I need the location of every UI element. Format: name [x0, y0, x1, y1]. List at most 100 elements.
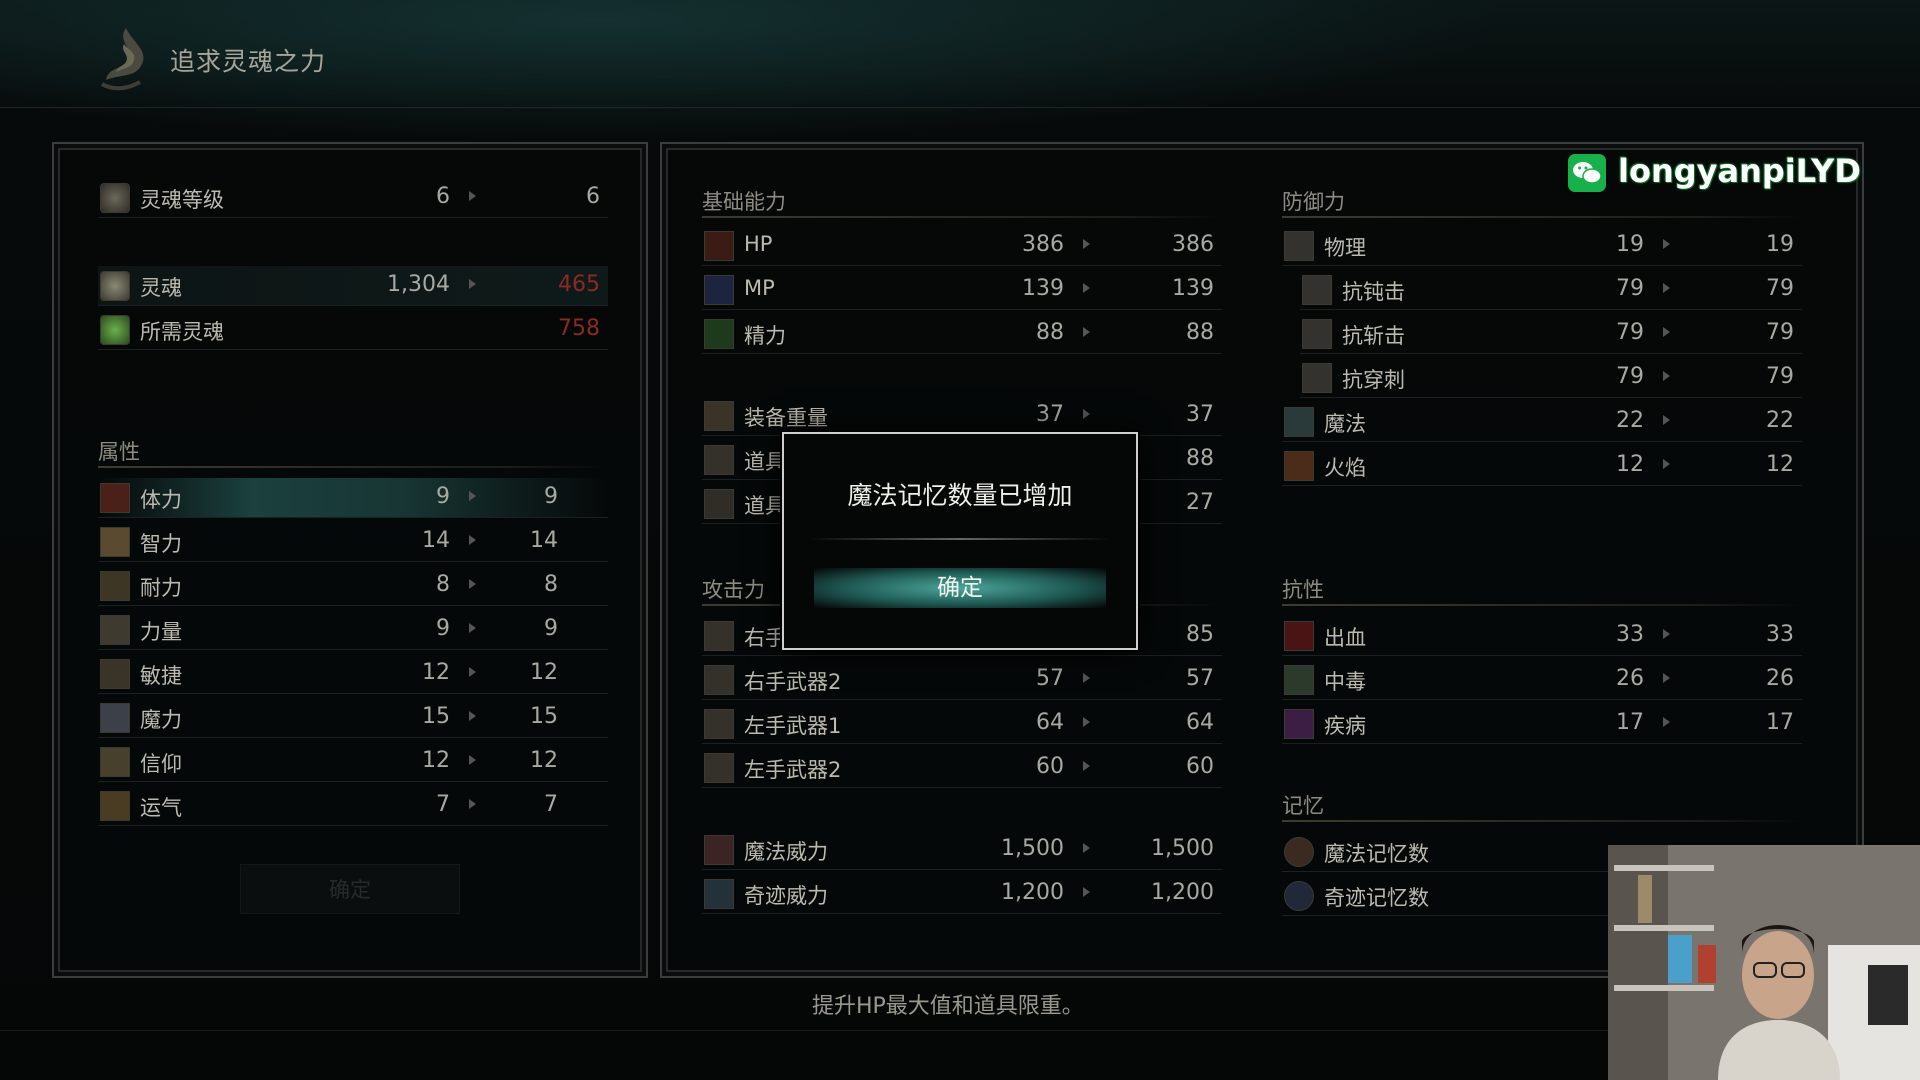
- defense-row-physical: 物理 19 19: [1282, 226, 1802, 266]
- row-label: 魔力: [140, 708, 182, 732]
- arrow-icon: [469, 191, 476, 201]
- next-value: 27: [1186, 490, 1214, 515]
- row-label: 敏捷: [140, 664, 182, 688]
- soul-icon: [100, 271, 130, 301]
- current-value: 12: [1616, 452, 1644, 477]
- row-label: MP: [744, 276, 775, 300]
- bag-icon: [704, 445, 734, 475]
- row-label: 左手武器2: [744, 758, 842, 782]
- row-label: 抗钝击: [1342, 280, 1405, 304]
- sword-icon: [704, 665, 734, 695]
- attribute-row-magic[interactable]: 魔力 15 15: [98, 698, 608, 738]
- next-value: 26: [1766, 666, 1794, 691]
- defense-heading: 防御力: [1282, 190, 1345, 214]
- magic-memory-icon: [1284, 837, 1314, 867]
- arrow-icon: [1083, 887, 1090, 897]
- row-label: 左手武器1: [744, 714, 842, 738]
- next-value: 9: [544, 616, 558, 641]
- attribute-row-luck[interactable]: 运气 7 7: [98, 786, 608, 826]
- current-value: 26: [1616, 666, 1644, 691]
- divider: [1282, 216, 1802, 218]
- attributes-heading: 属性: [98, 440, 140, 464]
- attribute-row-dexterity[interactable]: 敏捷 12 12: [98, 654, 608, 694]
- dialog-message: 魔法记忆数量已增加: [847, 481, 1073, 510]
- magic-power-icon: [704, 835, 734, 865]
- row-label: 道具: [744, 450, 786, 474]
- row-label: 道具: [744, 494, 786, 518]
- resist-row-bleed: 出血 33 33: [1282, 616, 1802, 656]
- next-value: 64: [1186, 710, 1214, 735]
- next-value: 6: [586, 184, 600, 209]
- current-value: 9: [436, 616, 450, 641]
- page-title: 追求灵魂之力: [170, 47, 327, 76]
- next-value: 85: [1186, 622, 1214, 647]
- stat-row-right-weapon-2: 右手武器2 57 57: [702, 660, 1222, 700]
- defense-row-slash: 抗斩击 79 79: [1300, 314, 1802, 354]
- dialog-divider: [808, 538, 1112, 540]
- next-value: 12: [1766, 452, 1794, 477]
- notification-dialog: 魔法记忆数量已增加 确定: [782, 432, 1138, 650]
- watermark-text: longyanpiLYD: [1618, 152, 1861, 190]
- row-label: 出血: [1324, 626, 1366, 650]
- next-value: 79: [1766, 364, 1794, 389]
- resist-row-poison: 中毒 26 26: [1282, 660, 1802, 700]
- resist-row-plague: 疾病 17 17: [1282, 704, 1802, 744]
- next-value: 9: [544, 484, 558, 509]
- arm-icon: [100, 615, 130, 645]
- current-value: 64: [1036, 710, 1064, 735]
- row-label: 右手武器2: [744, 670, 842, 694]
- hp-icon: [704, 231, 734, 261]
- next-value: 19: [1766, 232, 1794, 257]
- orb-icon: [100, 703, 130, 733]
- confirm-button[interactable]: 确定: [240, 864, 460, 914]
- divider: [1282, 820, 1802, 822]
- dialog-confirm-button[interactable]: 确定: [814, 568, 1106, 608]
- blade-icon: [1302, 319, 1332, 349]
- next-value: 60: [1186, 754, 1214, 779]
- current-value: 386: [1022, 232, 1064, 257]
- current-value: 1,304: [387, 272, 450, 297]
- next-value: 12: [530, 660, 558, 685]
- row-label: 魔法记忆数: [1324, 842, 1429, 866]
- help-text: 提升HP最大值和道具限重。: [812, 994, 1084, 1019]
- current-value: 1,500: [1001, 836, 1064, 861]
- soul-level-icon: [100, 183, 130, 213]
- arrow-icon: [1083, 717, 1090, 727]
- compass-icon: [704, 489, 734, 519]
- next-value: 386: [1172, 232, 1214, 257]
- next-value: 57: [1186, 666, 1214, 691]
- next-value: 465: [558, 272, 600, 297]
- arrow-icon: [1663, 371, 1670, 381]
- current-value: 12: [422, 748, 450, 773]
- current-value: 60: [1036, 754, 1064, 779]
- soul-flame-icon: [100, 28, 144, 91]
- soul-level-row: 灵魂等级 6 6: [98, 178, 608, 218]
- row-label: 耐力: [140, 576, 182, 600]
- defense-row-strike: 抗钝击 79 79: [1300, 270, 1802, 310]
- character-panel: 灵魂等级 6 6 灵魂 1,304 465 所需灵魂 758 属性 体力 9 9…: [52, 142, 648, 978]
- row-label: 奇迹威力: [744, 884, 828, 908]
- souls-row: 灵魂 1,304 465: [98, 266, 608, 306]
- sword-icon: [704, 753, 734, 783]
- attribute-row-faith[interactable]: 信仰 12 12: [98, 742, 608, 782]
- arrow-icon: [1083, 761, 1090, 771]
- attribute-row-vigor[interactable]: 体力 9 9: [98, 478, 608, 518]
- row-label: 魔法威力: [744, 840, 828, 864]
- divider: [98, 466, 608, 468]
- row-label: 装备重量: [744, 406, 828, 430]
- row-label: 灵魂等级: [140, 188, 224, 212]
- header-bar: 追求灵魂之力: [0, 0, 1920, 108]
- arrow-icon: [469, 623, 476, 633]
- attribute-row-endurance[interactable]: 耐力 8 8: [98, 566, 608, 606]
- blood-drop-icon: [1284, 621, 1314, 651]
- attribute-row-intelligence[interactable]: 智力 14 14: [98, 522, 608, 562]
- attribute-row-strength[interactable]: 力量 9 9: [98, 610, 608, 650]
- spear-icon: [1302, 363, 1332, 393]
- next-value: 88: [1186, 446, 1214, 471]
- arrow-icon: [1663, 327, 1670, 337]
- row-label: 智力: [140, 532, 182, 556]
- miracle-memory-icon: [1284, 881, 1314, 911]
- stat-row-left-weapon-2: 左手武器2 60 60: [702, 748, 1222, 788]
- arrow-icon: [1083, 843, 1090, 853]
- mp-icon: [704, 275, 734, 305]
